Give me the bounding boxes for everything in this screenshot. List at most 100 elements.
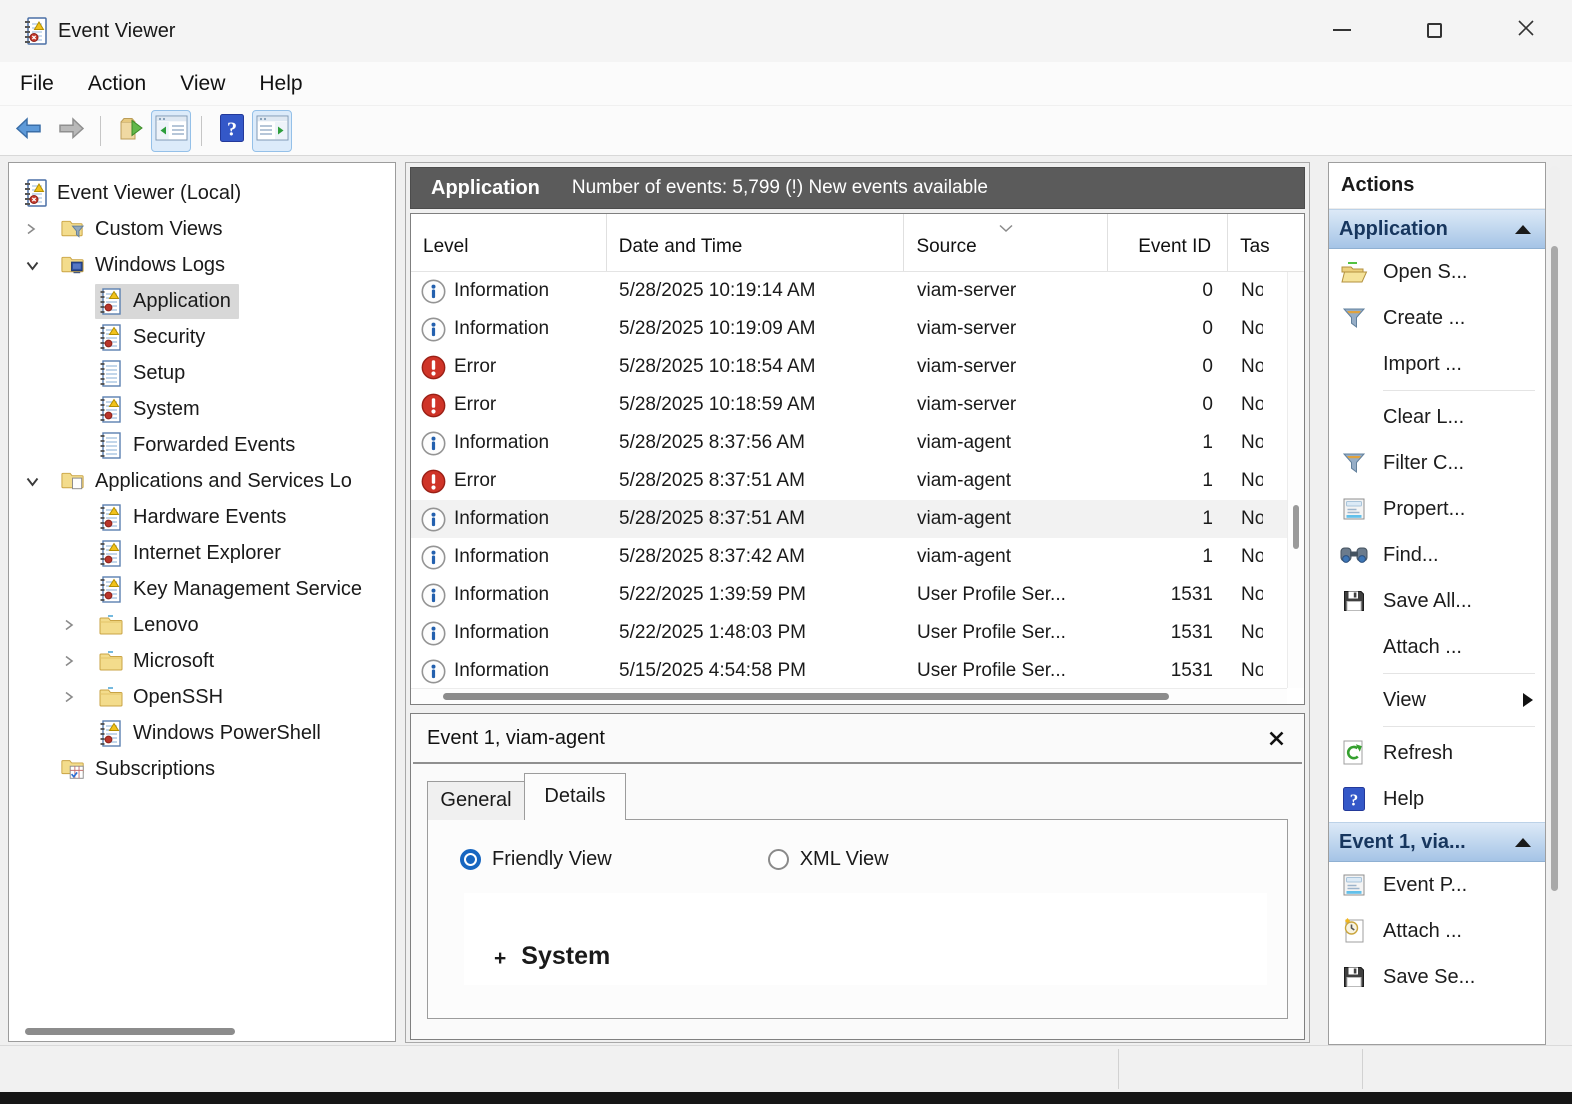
event-row[interactable]: Information5/22/2025 1:48:03 PMUser Prof… [411, 614, 1304, 652]
minimize-button[interactable] [1296, 0, 1388, 60]
event-source: viam-agent [905, 432, 1109, 454]
back-button[interactable] [10, 110, 50, 152]
folder-icon [98, 650, 124, 672]
tree-item-application[interactable]: Application [9, 283, 395, 319]
event-row[interactable]: Error5/28/2025 10:18:59 AMviam-server0No [411, 386, 1304, 424]
xml-view-radio[interactable] [768, 849, 789, 870]
tree-item-subscriptions[interactable]: Subscriptions [9, 751, 395, 787]
action-find[interactable]: Find... [1329, 532, 1545, 578]
show-console-tree-button[interactable] [151, 110, 191, 152]
event-datetime: 5/28/2025 10:18:54 AM [607, 356, 905, 378]
action-save-se[interactable]: Save Se... [1329, 954, 1545, 1000]
svg-text:?: ? [227, 119, 237, 141]
information-icon [421, 279, 446, 304]
action-label: Open S... [1383, 261, 1533, 284]
tree-item-lenovo[interactable]: Lenovo [9, 607, 395, 643]
friendly-view-radio[interactable] [460, 849, 481, 870]
tree-item-event-viewer-local[interactable]: Event Viewer (Local) [9, 175, 395, 211]
tree-item-system[interactable]: System [9, 391, 395, 427]
tree-item-windows-powershell[interactable]: Windows PowerShell [9, 715, 395, 751]
show-action-pane-button[interactable] [252, 110, 292, 152]
tree-item-custom-views[interactable]: Custom Views [9, 211, 395, 247]
action-attach[interactable]: Attach ... [1329, 624, 1545, 670]
chevron-right-icon[interactable] [63, 618, 95, 632]
tree-item-applications-and-services-lo[interactable]: Applications and Services Lo [9, 463, 395, 499]
actions-section-header-application[interactable]: Application [1329, 209, 1545, 249]
information-icon [421, 545, 446, 570]
actions-scrollbar-thumb[interactable] [1551, 246, 1558, 891]
action-view[interactable]: View [1329, 677, 1545, 723]
event-row[interactable]: Information5/28/2025 8:37:51 AMviam-agen… [411, 500, 1304, 538]
preview-close-button[interactable] [1268, 730, 1286, 747]
menu-view[interactable]: View [180, 72, 225, 96]
action-filter-c[interactable]: Filter C... [1329, 440, 1545, 486]
forward-button[interactable] [50, 110, 90, 152]
chevron-down-icon[interactable] [25, 260, 57, 271]
friendly-view-content: + System [464, 893, 1267, 985]
chevron-right-icon[interactable] [63, 690, 95, 704]
event-row[interactable]: Error5/28/2025 10:18:54 AMviam-server0No [411, 348, 1304, 386]
tab-general[interactable]: General [427, 781, 525, 820]
horizontal-scrollbar-thumb[interactable] [443, 693, 1169, 700]
vertical-scrollbar-thumb[interactable] [1293, 505, 1299, 549]
event-list-vertical-scrollbar[interactable] [1287, 272, 1304, 688]
help-icon: ? [219, 113, 245, 148]
event-list-horizontal-scrollbar[interactable] [411, 688, 1287, 704]
level-label: Information [454, 622, 549, 644]
column-header-level[interactable]: Level [411, 214, 607, 271]
event-id: 1 [1109, 432, 1229, 454]
action-save-all[interactable]: Save All... [1329, 578, 1545, 624]
action-import[interactable]: Import ... [1329, 341, 1545, 387]
menu-action[interactable]: Action [88, 72, 146, 96]
tree-item-key-management-service[interactable]: Key Management Service [9, 571, 395, 607]
event-row[interactable]: Information5/28/2025 8:37:42 AMviam-agen… [411, 538, 1304, 576]
action-refresh[interactable]: Refresh [1329, 730, 1545, 776]
tree-item-hardware-events[interactable]: Hardware Events [9, 499, 395, 535]
action-event-p[interactable]: Event P... [1329, 862, 1545, 908]
tree-item-microsoft[interactable]: Microsoft [9, 643, 395, 679]
column-header-date-and-time[interactable]: Date and Time [607, 214, 905, 271]
folder-icon [98, 686, 124, 708]
chevron-down-icon[interactable] [25, 476, 57, 487]
actions-scrollbar[interactable] [1549, 166, 1560, 1041]
event-row[interactable]: Information5/15/2025 4:54:58 PMUser Prof… [411, 652, 1304, 690]
event-row[interactable]: Error5/28/2025 8:37:51 AMviam-agent1No [411, 462, 1304, 500]
action-clear-l[interactable]: Clear L... [1329, 394, 1545, 440]
help-button[interactable]: ? [212, 110, 252, 152]
column-header-event-id[interactable]: Event ID [1108, 214, 1228, 271]
system-node-label[interactable]: System [521, 942, 610, 971]
chevron-right-icon[interactable] [25, 222, 57, 236]
tree-item-windows-logs[interactable]: Windows Logs [9, 247, 395, 283]
menu-file[interactable]: File [20, 72, 54, 96]
menu-help[interactable]: Help [259, 72, 302, 96]
event-row[interactable]: Information5/28/2025 10:19:14 AMviam-ser… [411, 272, 1304, 310]
system-expander[interactable]: + [494, 947, 506, 971]
tree-horizontal-scrollbar[interactable] [25, 1028, 235, 1035]
actions-section-header-event-1-via[interactable]: Event 1, via... [1329, 822, 1545, 862]
chevron-right-icon[interactable] [63, 654, 95, 668]
tree-item-setup[interactable]: Setup [9, 355, 395, 391]
event-row[interactable]: Information5/28/2025 8:37:56 AMviam-agen… [411, 424, 1304, 462]
event-row[interactable]: Information5/22/2025 1:39:59 PMUser Prof… [411, 576, 1304, 614]
column-header-source[interactable]: Source [904, 214, 1108, 271]
tree-item-forwarded-events[interactable]: Forwarded Events [9, 427, 395, 463]
section-header-label: Event 1, via... [1339, 831, 1515, 854]
tree-item-label: OpenSSH [133, 686, 223, 709]
tab-details[interactable]: Details [524, 773, 626, 820]
tree-item-security[interactable]: Security [9, 319, 395, 355]
close-button[interactable] [1480, 0, 1572, 60]
action-attach[interactable]: Attach ... [1329, 908, 1545, 954]
background-strip [0, 1092, 1572, 1104]
action-create[interactable]: Create ... [1329, 295, 1545, 341]
action-propert[interactable]: Propert... [1329, 486, 1545, 532]
preview-title-row: Event 1, viam-agent [411, 714, 1304, 762]
action-help[interactable]: ?Help [1329, 776, 1545, 822]
action-open-s[interactable]: Open S... [1329, 249, 1545, 295]
column-header-task-category[interactable]: Tas [1228, 214, 1304, 271]
export-button[interactable] [111, 110, 151, 152]
event-row[interactable]: Information5/28/2025 10:19:09 AMviam-ser… [411, 310, 1304, 348]
maximize-button[interactable] [1388, 0, 1480, 60]
tree-item-internet-explorer[interactable]: Internet Explorer [9, 535, 395, 571]
tree-item-label: Subscriptions [95, 758, 215, 781]
tree-item-openssh[interactable]: OpenSSH [9, 679, 395, 715]
